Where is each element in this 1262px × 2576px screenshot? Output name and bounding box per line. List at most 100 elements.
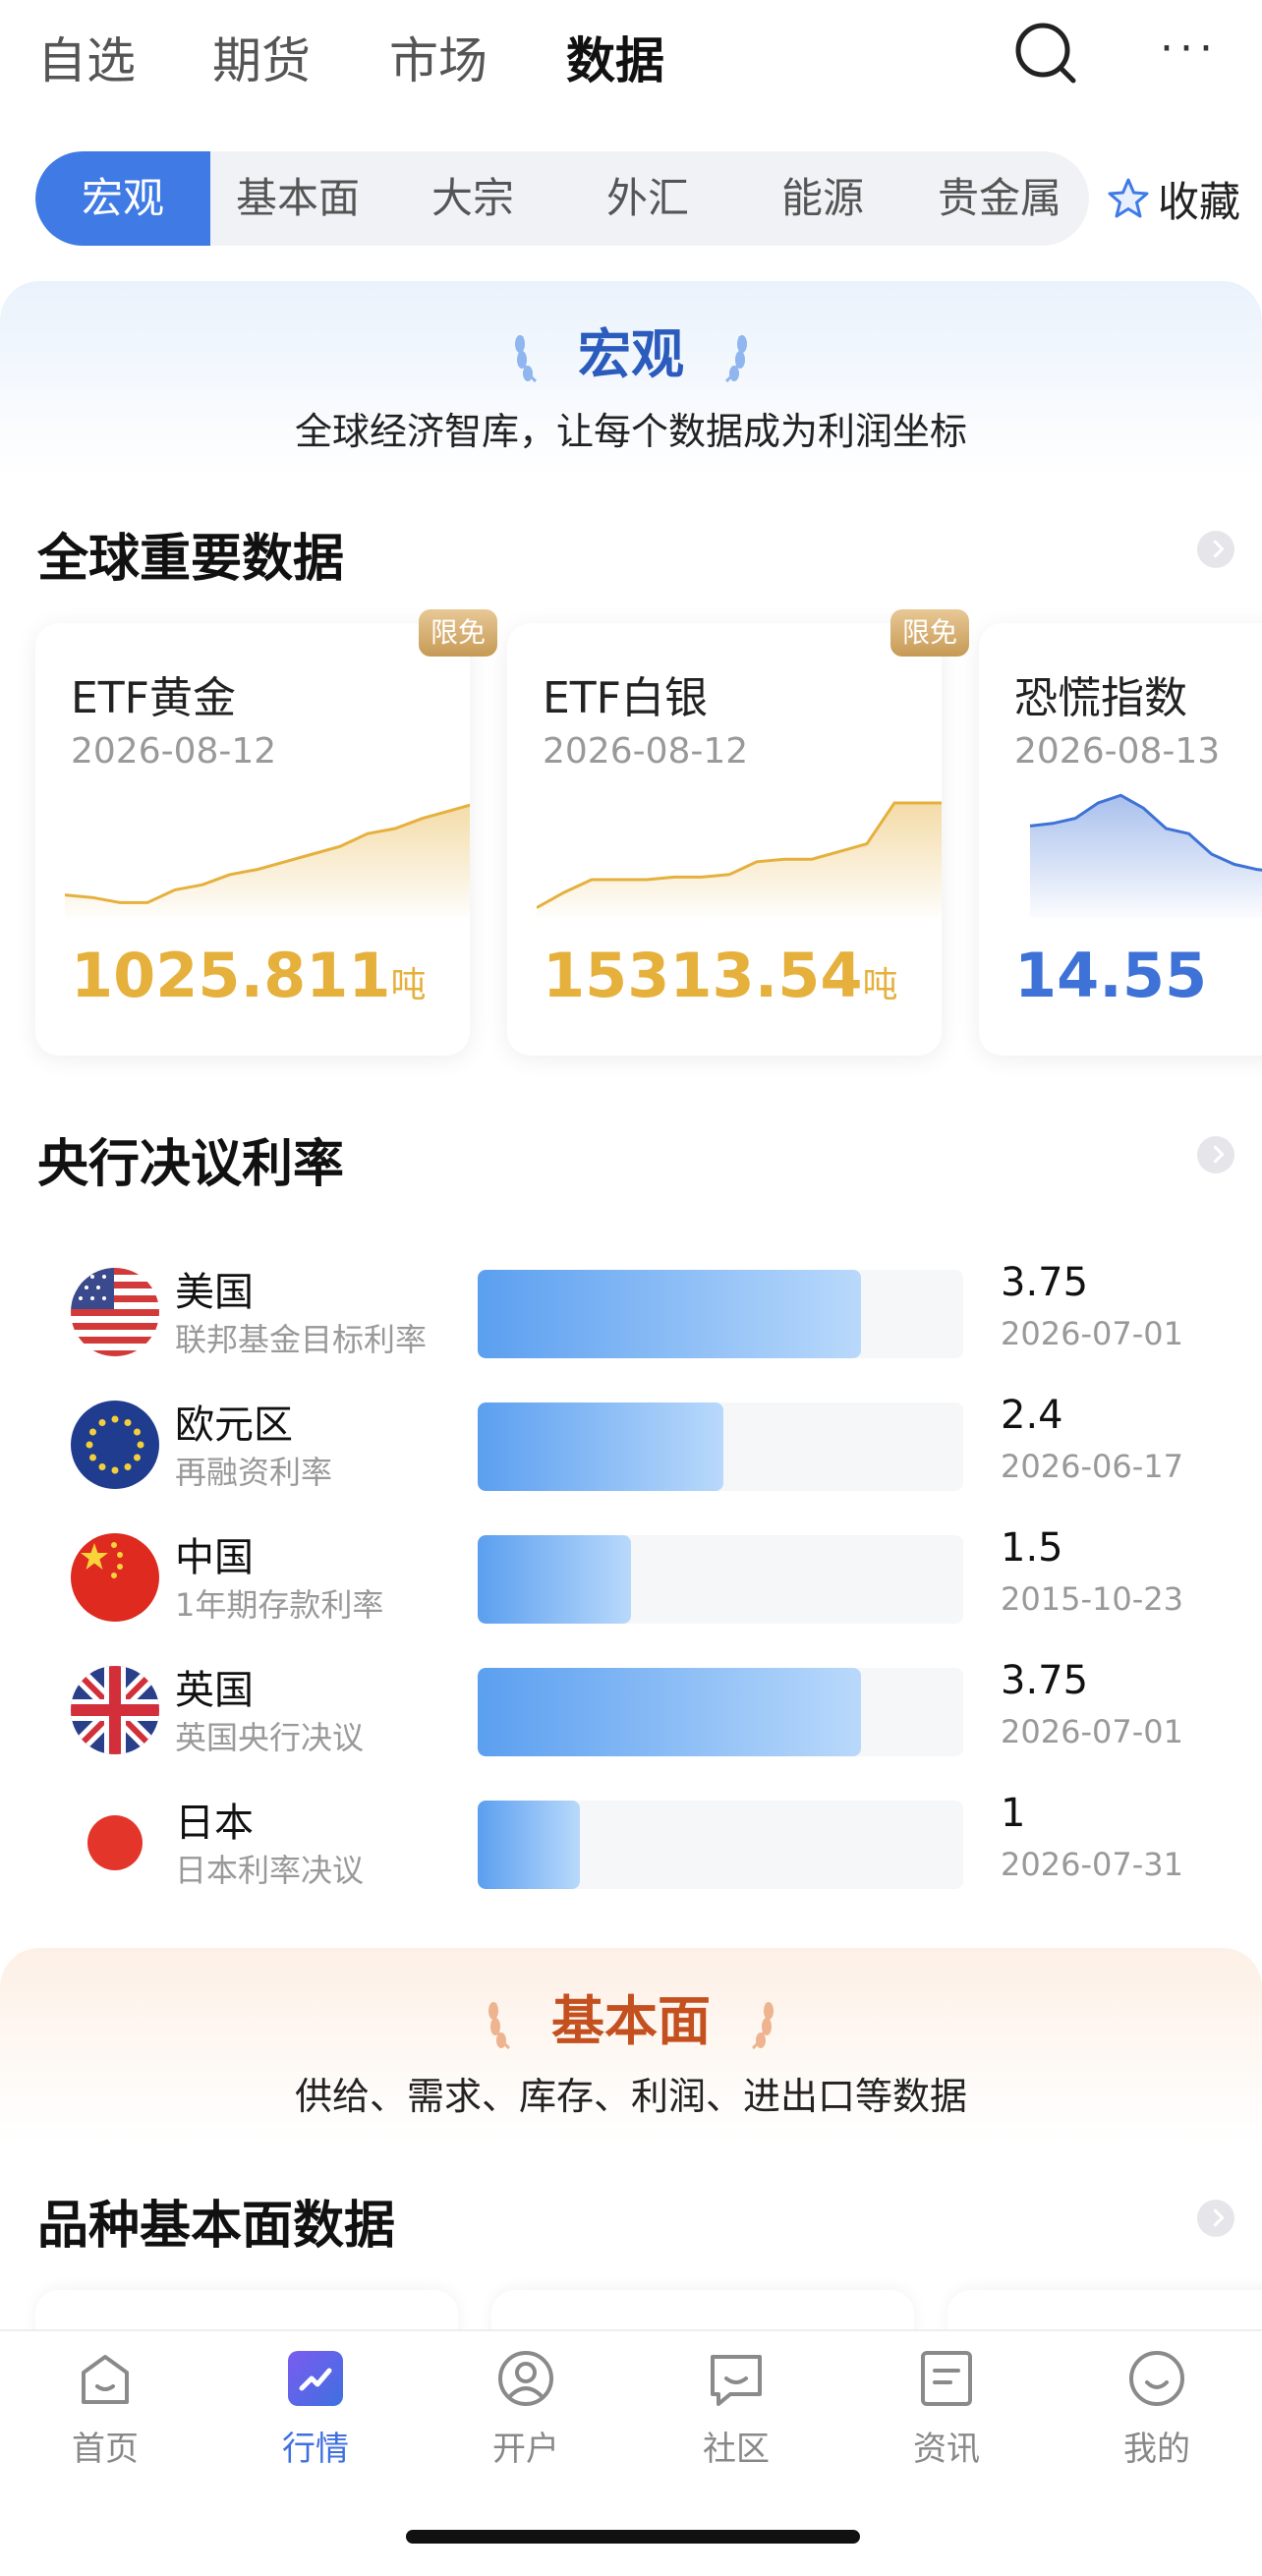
- card-name: ETF黄金: [71, 673, 236, 723]
- nav-label: 行情: [282, 2430, 349, 2469]
- card-unit: 吨: [862, 965, 898, 1005]
- free-badge: 限免: [419, 609, 497, 657]
- card-date: 2026-08-12: [543, 731, 749, 772]
- sparkline-area: [537, 803, 942, 918]
- rate-country: 中国: [175, 1535, 254, 1580]
- card-unit: 吨: [390, 965, 427, 1005]
- laurel-left-icon: [515, 335, 538, 383]
- us-flag-icon: [71, 1268, 159, 1356]
- laurel-right-icon: [751, 2002, 774, 2050]
- product-fundamentals-title: 品种基本面数据: [37, 2197, 396, 2256]
- macro-hero-subtitle: 全球经济智库，让每个数据成为利润坐标: [294, 410, 967, 453]
- card-value-row: 15313.54吨: [543, 940, 898, 1011]
- free-badge: 限免: [890, 609, 969, 657]
- rate-date: 2026-07-01: [1001, 1713, 1183, 1750]
- rate-row-uk[interactable]: 英国 英国央行决议 3.75 2026-07-01: [0, 1648, 1262, 1756]
- rate-row-eurozone[interactable]: 欧元区 再融资利率 2.4 2026-06-17: [0, 1383, 1262, 1491]
- nav-label: 开户: [492, 2430, 559, 2469]
- rate-bar: [478, 1668, 861, 1756]
- nav-label: 社区: [703, 2430, 770, 2469]
- rate-row-japan[interactable]: 日本 日本利率决议 1 2026-07-31: [0, 1781, 1262, 1889]
- nav-profile[interactable]: 我的: [1052, 2331, 1262, 2489]
- category-commodities[interactable]: 大宗: [385, 151, 560, 246]
- category-macro[interactable]: 宏观: [35, 151, 210, 246]
- market-icon: [288, 2351, 343, 2406]
- category-precious-metals[interactable]: 贵金属: [910, 151, 1089, 246]
- fundamentals-hero-subtitle: 供给、需求、库存、利润、进出口等数据: [294, 2075, 967, 2118]
- rate-bar-track: [478, 1801, 963, 1889]
- rate-value: 1.5: [1001, 1525, 1063, 1571]
- rate-bar-track: [478, 1668, 963, 1756]
- macro-hero: 宏观 全球经济智库，让每个数据成为利润坐标: [0, 281, 1262, 478]
- tab-market[interactable]: 市场: [389, 22, 488, 92]
- rate-value: 2.4: [1001, 1393, 1063, 1438]
- nav-market[interactable]: 行情: [210, 2331, 421, 2489]
- card-value: 14.55: [1014, 940, 1208, 1011]
- nav-label: 我的: [1123, 2430, 1190, 2469]
- fundamentals-hero-title: 基本面: [551, 1990, 711, 2052]
- product-fundamentals-more-icon[interactable]: [1197, 2200, 1234, 2237]
- fundamentals-hero-title-row: 基本面: [0, 1977, 1262, 2055]
- card-name: 恐慌指数: [1014, 673, 1187, 723]
- rate-value: 1: [1001, 1791, 1026, 1836]
- eu-flag-icon: [71, 1401, 159, 1489]
- central-bank-rates-more-icon[interactable]: [1197, 1136, 1234, 1174]
- card-date: 2026-08-13: [1014, 731, 1221, 772]
- category-bar: 宏观 基本面 大宗 外汇 能源 贵金属: [35, 151, 1089, 246]
- tab-watchlist[interactable]: 自选: [37, 22, 136, 92]
- nav-community[interactable]: 社区: [631, 2331, 841, 2489]
- card-etf-gold[interactable]: ETF黄金 2026-08-12 1025.811吨: [35, 623, 470, 1056]
- rate-bar-track: [478, 1535, 963, 1624]
- rate-desc: 日本利率决议: [175, 1852, 365, 1889]
- rate-desc: 1年期存款利率: [175, 1586, 384, 1624]
- card-vix[interactable]: 恐慌指数 2026-08-13 14.55: [979, 623, 1262, 1056]
- rate-bar-track: [478, 1402, 963, 1491]
- sparkline-area: [65, 805, 470, 918]
- card-trend-chart: [65, 803, 470, 918]
- tab-futures[interactable]: 期货: [212, 22, 311, 92]
- category-fundamentals[interactable]: 基本面: [210, 151, 385, 246]
- more-icon[interactable]: ···: [1160, 24, 1229, 83]
- rate-value: 3.75: [1001, 1260, 1089, 1305]
- rate-bar: [478, 1801, 580, 1889]
- nav-account[interactable]: 开户: [421, 2331, 631, 2489]
- rate-date: 2026-07-01: [1001, 1315, 1183, 1352]
- home-icon: [82, 2355, 129, 2404]
- rate-country: 欧元区: [175, 1402, 293, 1448]
- sparkline-area: [1030, 795, 1262, 918]
- rate-row-us[interactable]: 美国 联邦基金目标利率 3.75 2026-07-01: [0, 1250, 1262, 1358]
- community-icon: [711, 2355, 762, 2406]
- card-value: 1025.811: [71, 940, 391, 1011]
- top-tab-bar: 自选 期货 市场 数据 ···: [0, 0, 1262, 108]
- card-name: ETF白银: [543, 673, 708, 723]
- category-energy[interactable]: 能源: [735, 151, 910, 246]
- rate-row-china[interactable]: 中国 1年期存款利率 1.5 2015-10-23: [0, 1516, 1262, 1624]
- rate-desc: 再融资利率: [175, 1454, 333, 1491]
- nav-home[interactable]: 首页: [0, 2331, 210, 2489]
- rate-country: 日本: [175, 1801, 254, 1846]
- card-value: 15313.54: [543, 940, 863, 1011]
- uk-flag-icon: [71, 1666, 159, 1754]
- rate-country: 美国: [175, 1270, 254, 1315]
- rate-desc: 英国央行决议: [175, 1719, 365, 1756]
- fundamentals-hero: 基本面 供给、需求、库存、利润、进出口等数据: [0, 1948, 1262, 2145]
- account-icon: [498, 2351, 553, 2406]
- jp-flag-icon: [71, 1799, 159, 1887]
- card-etf-silver[interactable]: ETF白银 2026-08-12 15313.54吨: [507, 623, 942, 1056]
- global-data-title: 全球重要数据: [37, 530, 345, 589]
- tab-data[interactable]: 数据: [566, 22, 664, 92]
- favorite-button[interactable]: 收藏: [1107, 169, 1240, 228]
- rate-date: 2026-06-17: [1001, 1448, 1183, 1485]
- profile-icon: [1129, 2351, 1184, 2406]
- laurel-left-icon: [488, 2002, 511, 2050]
- rate-bar: [478, 1270, 861, 1358]
- rate-desc: 联邦基金目标利率: [175, 1321, 428, 1358]
- card-date: 2026-08-12: [71, 731, 277, 772]
- nav-news[interactable]: 资讯: [841, 2331, 1052, 2489]
- category-forex[interactable]: 外汇: [560, 151, 735, 246]
- nav-label: 首页: [72, 2430, 139, 2469]
- search-icon[interactable]: [1012, 20, 1081, 88]
- global-data-more-icon[interactable]: [1197, 531, 1234, 568]
- star-icon: [1108, 178, 1149, 218]
- cn-flag-icon: [71, 1533, 159, 1622]
